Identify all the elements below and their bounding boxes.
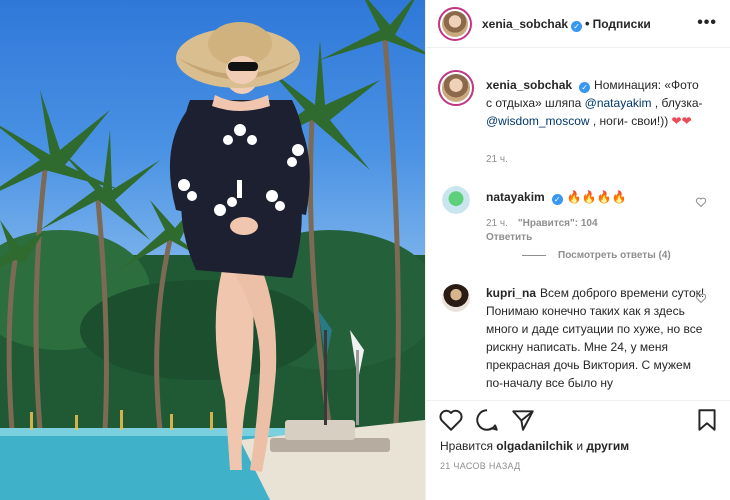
comment-body: Всем доброго времени суток! Понимаю коне…	[486, 286, 705, 390]
comment-author[interactable]: kupri_na	[486, 286, 536, 300]
verified-badge-icon: ✓	[579, 82, 591, 93]
reply-button[interactable]: Ответить	[486, 232, 532, 243]
comment-likes[interactable]: "Нравится": 104	[518, 218, 598, 229]
caption-text-part-3: , ноги- свои!))	[589, 114, 672, 128]
ellipsis-icon[interactable]: •••	[697, 14, 717, 32]
post-photo[interactable]	[0, 0, 425, 500]
comment-text: kupri_na Всем доброго времени суток! Пони…	[486, 284, 706, 392]
comment-text: natayakim ✓ 🔥🔥🔥🔥	[486, 188, 706, 206]
likes-others[interactable]: другим	[586, 439, 629, 453]
mention-wisdom-moscow[interactable]: @wisdom_moscow	[486, 114, 590, 128]
comment-body: 🔥🔥🔥🔥	[566, 190, 627, 204]
post-actions: Нравится olgadanilchik и другим 21 ЧАСОВ…	[426, 400, 730, 500]
likes-user[interactable]: olgadanilchik	[496, 439, 573, 453]
author-avatar[interactable]	[438, 7, 472, 41]
caption-author-avatar[interactable]	[438, 70, 474, 106]
view-replies-button[interactable]: Посмотреть ответы (4)	[522, 250, 671, 261]
post-header: xenia_sobchak ✓ • Подписки •••	[426, 0, 730, 48]
post-time[interactable]: 21 ЧАСОВ НАЗАД	[440, 461, 521, 471]
verified-badge-icon: ✓	[551, 194, 563, 205]
likes-prefix: Нравится	[440, 439, 497, 453]
heart-icon[interactable]	[695, 292, 707, 304]
commenter-avatar[interactable]	[442, 186, 470, 214]
caption-time[interactable]: 21 ч.	[486, 154, 508, 165]
share-icon[interactable]	[510, 407, 536, 433]
likes-and: и	[572, 439, 587, 453]
post-sidebar: xenia_sobchak ✓ • Подписки ••• xenia_sobcha…	[425, 0, 730, 500]
comment-icon[interactable]	[474, 407, 500, 433]
comment-meta: 21 ч. "Нравится": 104	[486, 218, 608, 229]
caption-meta: 21 ч.	[486, 154, 518, 165]
heart-icon[interactable]	[695, 196, 707, 208]
likes-summary: Нравится olgadanilchik и другим	[440, 439, 629, 453]
caption-text: xenia_sobchak ✓ Номинация: «Фото с отдыха»…	[486, 76, 706, 130]
header-line: xenia_sobchak ✓ • Подписки	[482, 16, 651, 32]
mention-natayakim[interactable]: @natayakim	[585, 96, 652, 110]
commenter-avatar[interactable]	[442, 284, 470, 312]
author-username[interactable]: xenia_sobchak	[482, 17, 568, 31]
verified-badge-icon: ✓	[571, 21, 583, 32]
comment-time[interactable]: 21 ч.	[486, 218, 508, 229]
post-photo-illustration	[0, 0, 425, 500]
comment-author[interactable]: natayakim	[486, 190, 545, 204]
comments-list[interactable]: xenia_sobchak ✓ Номинация: «Фото с отдыха»…	[426, 48, 730, 400]
hearts-emoji: ❤❤	[671, 114, 692, 128]
header-separator: •	[585, 16, 590, 31]
bookmark-icon[interactable]	[694, 407, 720, 433]
caption-author[interactable]: xenia_sobchak	[486, 78, 572, 92]
heart-icon[interactable]	[438, 407, 464, 433]
caption-text-part-2: , блузка-	[651, 96, 703, 110]
following-button[interactable]: Подписки	[593, 17, 651, 31]
